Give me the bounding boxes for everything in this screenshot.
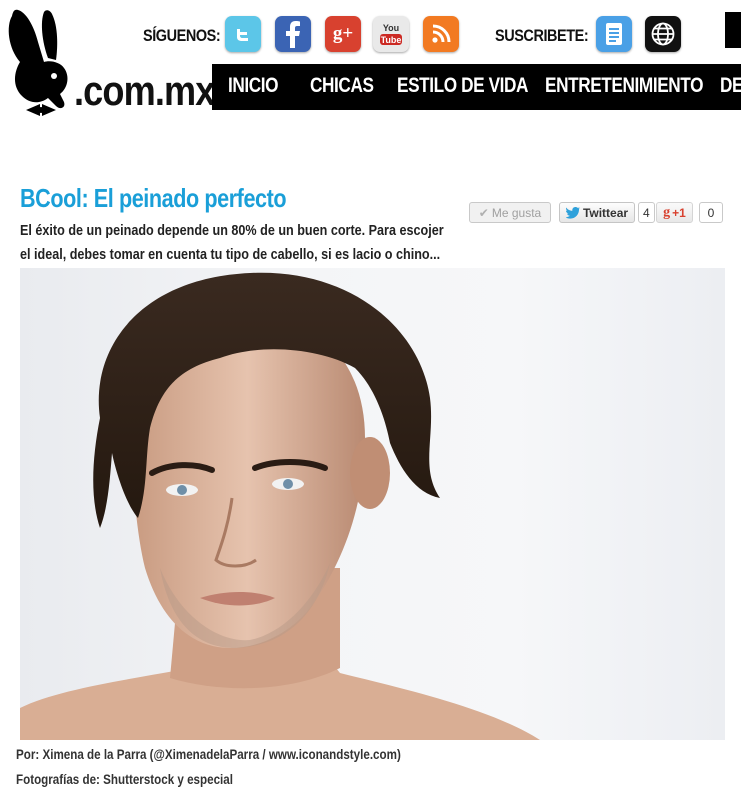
newsletter-icon[interactable] [596, 16, 632, 52]
check-icon: ✔ [478, 205, 489, 220]
like-button[interactable]: ✔ Me gusta [469, 202, 551, 223]
youtube-icon[interactable]: You Tube [373, 16, 409, 52]
tweet-count: 4 [638, 202, 655, 223]
header-edge-block [725, 12, 741, 48]
plus-one-label: +1 [672, 205, 686, 220]
google-plus-count: 0 [699, 202, 723, 223]
svg-text:You: You [383, 23, 399, 33]
article-photo[interactable] [20, 268, 725, 740]
nav-item-chicas[interactable]: CHICAS [310, 74, 374, 98]
tweet-button[interactable]: Twittear [559, 202, 635, 223]
facebook-icon[interactable] [275, 16, 311, 52]
author-credit: Por: Ximena de la Parra (@XimenadelaParr… [16, 746, 401, 762]
subscribe-label: SUSCRIBETE: [495, 26, 589, 45]
twitter-bird-icon [565, 206, 580, 219]
social-bar: SÍGUENOS: g+ You Tube SUSCRIBETE: [143, 16, 741, 56]
twitter-icon[interactable] [225, 16, 261, 52]
like-label: Me gusta [491, 205, 542, 220]
nav-item-estilo-de-vida[interactable]: ESTILO DE VIDA [397, 74, 528, 98]
logo-domain-text: .com.mx [74, 67, 215, 114]
svg-text:Tube: Tube [381, 35, 402, 45]
main-nav: INICIO CHICAS ESTILO DE VIDA ENTRETENIMI… [212, 64, 741, 110]
photo-credit: Fotografías de: Shutterstock y especial [16, 771, 233, 787]
bunny-logo-icon [8, 9, 68, 116]
follow-label: SÍGUENOS: [143, 26, 221, 45]
google-plus-icon[interactable]: g+ [325, 16, 361, 52]
google-g-icon: g [663, 204, 671, 220]
site-header: .com.mx SÍGUENOS: g+ You Tube SUSCRIBETE… [0, 0, 741, 130]
web-globe-icon[interactable] [645, 16, 681, 52]
article-title[interactable]: BCool: El peinado perfecto [20, 183, 287, 214]
nav-item-entretenimiento[interactable]: ENTRETENIMIENTO [545, 74, 704, 98]
nav-item-inicio[interactable]: INICIO [228, 74, 279, 98]
man-portrait-image [20, 272, 540, 740]
tweet-label: Twittear [582, 205, 629, 220]
rss-icon[interactable] [423, 16, 459, 52]
google-plus-one-button[interactable]: g +1 [656, 202, 693, 223]
nav-item-overflow[interactable]: DE [720, 74, 741, 98]
article-excerpt: El éxito de un peinado depende un 80% de… [20, 222, 444, 263]
